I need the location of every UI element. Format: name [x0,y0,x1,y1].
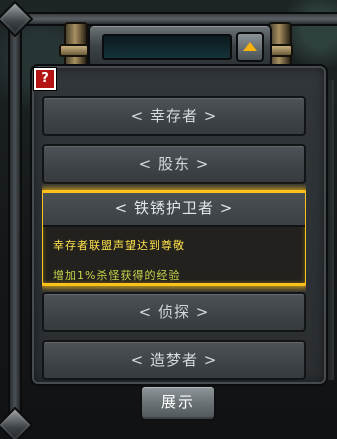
left-pipe-cap [59,44,89,57]
help-button[interactable]: ? [34,68,56,90]
list-item-shareholder[interactable]: < 股东 > [42,144,306,184]
show-button[interactable]: 展示 [140,385,216,421]
game-window: ? < 幸存者 > < 股东 > < 铁锈护卫者 > 幸存者联盟声望达到尊敬 增… [0,0,337,439]
list-item-dreamer[interactable]: < 造梦者 > [42,340,306,380]
corner-bolt-top-left [0,0,34,38]
requirement-text: 幸存者联盟声望达到尊敬 [53,239,185,252]
title-bar [88,24,272,68]
selected-item-label: < 铁锈护卫者 > [43,193,305,227]
list-item-detective[interactable]: < 侦探 > [42,292,306,332]
bonus-text: 增加1%杀怪获得的经验 [53,269,181,282]
title-display [102,34,232,60]
title-arrow-button[interactable] [236,32,264,62]
corner-bolt-bottom-left [0,406,34,439]
list-item-rust-guardian-selected[interactable]: < 铁锈护卫者 > 幸存者联盟声望达到尊敬 增加1%杀怪获得的经验 [42,190,306,286]
list-item-survivor[interactable]: < 幸存者 > [42,96,306,136]
up-arrow-icon [243,42,257,51]
left-frame [8,28,22,418]
title-list[interactable]: < 幸存者 > < 股东 > < 铁锈护卫者 > 幸存者联盟声望达到尊敬 增加1… [42,92,306,382]
